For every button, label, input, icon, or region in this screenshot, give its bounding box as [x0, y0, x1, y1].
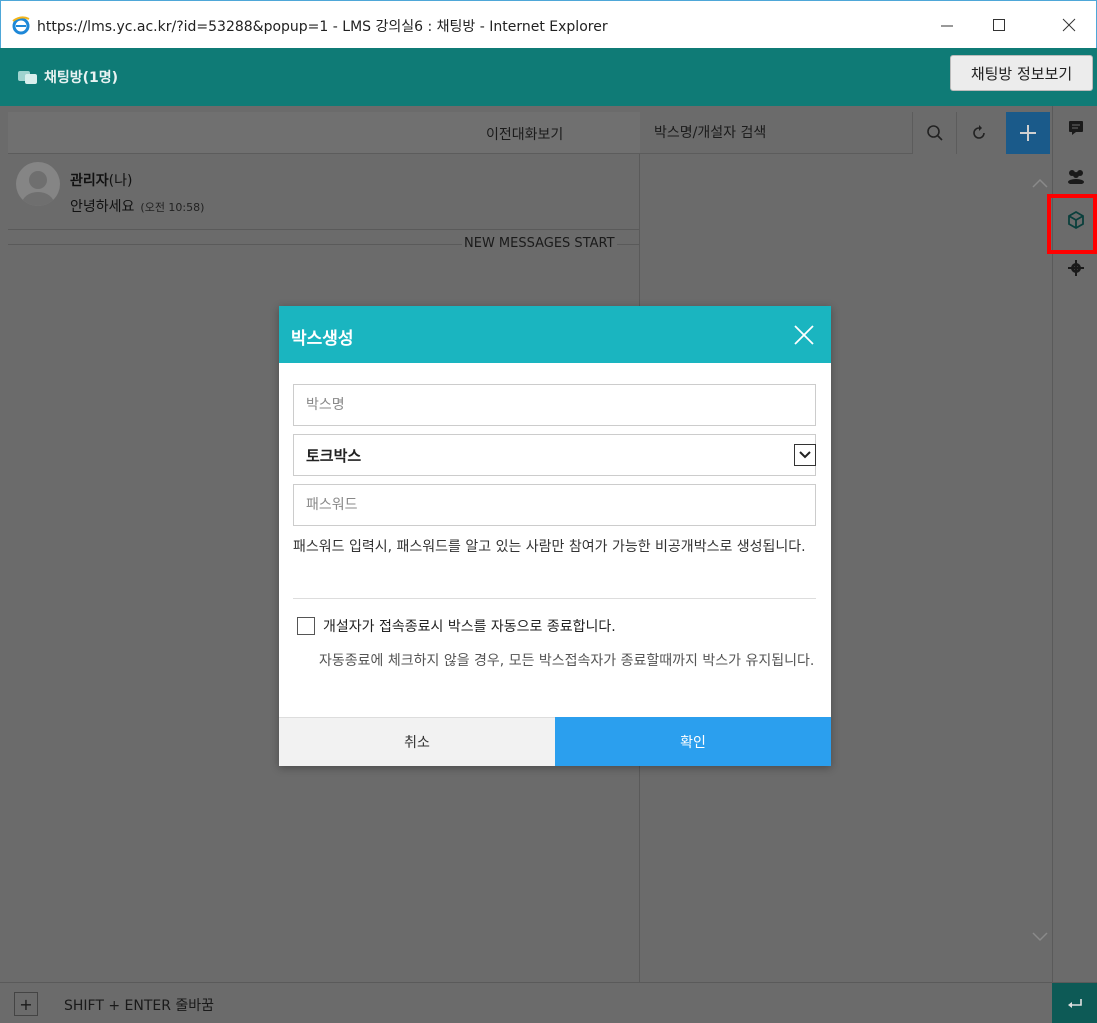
box-search-placeholder: 박스명/개설자 검색 — [654, 125, 767, 141]
box-type-select[interactable]: 토크박스 — [293, 434, 816, 476]
user-silhouette-icon — [22, 171, 54, 206]
add-box-button[interactable] — [1006, 112, 1050, 154]
enter-arrow-icon — [1067, 998, 1082, 1008]
sender-suffix: (나) — [108, 173, 133, 189]
new-messages-label: NEW MESSAGES START — [462, 236, 617, 251]
scroll-up-icon[interactable] — [1032, 178, 1048, 188]
auto-close-checkbox[interactable] — [297, 617, 315, 635]
maximize-button[interactable] — [981, 9, 1017, 41]
auto-close-note: 자동종료에 체크하지 않을 경우, 모든 박스접속자가 종료할때까지 박스가 유… — [319, 653, 815, 669]
confirm-button[interactable]: 확인 — [555, 717, 831, 766]
create-box-dialog: 박스생성 토크박스 패스워드 입력시, 패스워드를 알고 있는 사람만 참여가 … — [279, 306, 831, 766]
box-type-value: 토크박스 — [306, 447, 362, 465]
highlight-box — [1047, 194, 1097, 254]
rail-chat-button[interactable] — [1053, 106, 1097, 150]
window-title: https://lms.yc.ac.kr/?id=53288&popup=1 -… — [37, 19, 608, 35]
scroll-down-icon[interactable] — [1032, 932, 1048, 942]
chat-message: 관리자(나) 안녕하세요 (오전 10:58) — [8, 156, 640, 230]
dialog-title: 박스생성 — [291, 329, 354, 349]
app-header: 채팅방(1명) 채팅방 정보보기 — [0, 48, 1097, 106]
close-window-button[interactable] — [1051, 9, 1087, 41]
chat-bubbles-icon — [18, 71, 37, 84]
input-hint[interactable]: SHIFT + ENTER 줄바꿈 — [64, 995, 214, 1015]
message-body: 안녕하세요 (오전 10:58) — [70, 196, 204, 216]
password-field[interactable] — [293, 484, 816, 526]
chatroom-title: 채팅방(1명) — [18, 67, 118, 87]
auto-close-option[interactable]: 개설자가 접속종료시 박스를 자동으로 종료합니다. — [297, 616, 616, 636]
box-name-input[interactable] — [294, 385, 815, 425]
close-icon — [1062, 18, 1076, 32]
search-button[interactable] — [912, 112, 956, 154]
minimize-icon — [941, 25, 953, 27]
auto-close-label[interactable]: 개설자가 접속종료시 박스를 자동으로 종료합니다. — [323, 616, 616, 636]
gear-icon — [1067, 260, 1084, 276]
internet-explorer-icon — [12, 16, 30, 35]
box-name-field[interactable] — [293, 384, 816, 426]
attach-plus-button[interactable]: + — [14, 992, 38, 1016]
message-sender: 관리자(나) — [70, 170, 132, 190]
avatar — [16, 162, 60, 206]
box-search-field[interactable]: 박스명/개설자 검색 — [640, 112, 912, 154]
password-input[interactable] — [294, 485, 815, 525]
message-time: (오전 10:58) — [140, 201, 205, 214]
chevron-down-icon — [799, 451, 811, 459]
history-bar[interactable]: 이전대화보기 — [8, 112, 640, 154]
input-footer: + SHIFT + ENTER 줄바꿈 — [0, 982, 1097, 1023]
refresh-icon — [972, 125, 985, 139]
chatroom-title-text: 채팅방(1명) — [44, 70, 119, 86]
maximize-icon — [993, 19, 1005, 31]
window-titlebar: https://lms.yc.ac.kr/?id=53288&popup=1 -… — [0, 0, 1097, 48]
password-note: 패스워드 입력시, 패스워드를 알고 있는 사람만 참여가 가능한 비공개박스로… — [293, 539, 806, 555]
dialog-divider — [293, 598, 816, 599]
close-icon[interactable] — [789, 320, 819, 350]
refresh-button[interactable] — [956, 112, 1000, 154]
send-button[interactable] — [1052, 983, 1097, 1023]
message-text: 안녕하세요 — [70, 199, 135, 215]
rail-users-button[interactable] — [1053, 154, 1097, 198]
users-icon — [1067, 170, 1084, 184]
minimize-button[interactable] — [929, 9, 965, 41]
cancel-button[interactable]: 취소 — [279, 717, 555, 766]
search-icon — [926, 125, 943, 141]
select-dropdown-button[interactable] — [794, 444, 816, 466]
sender-name: 관리자 — [70, 173, 109, 189]
chatroom-info-button[interactable]: 채팅방 정보보기 — [950, 55, 1093, 91]
chat-icon — [1068, 121, 1083, 135]
view-previous-chat-link[interactable]: 이전대화보기 — [486, 124, 563, 144]
dialog-header: 박스생성 — [279, 306, 831, 363]
plus-icon — [1020, 125, 1036, 141]
